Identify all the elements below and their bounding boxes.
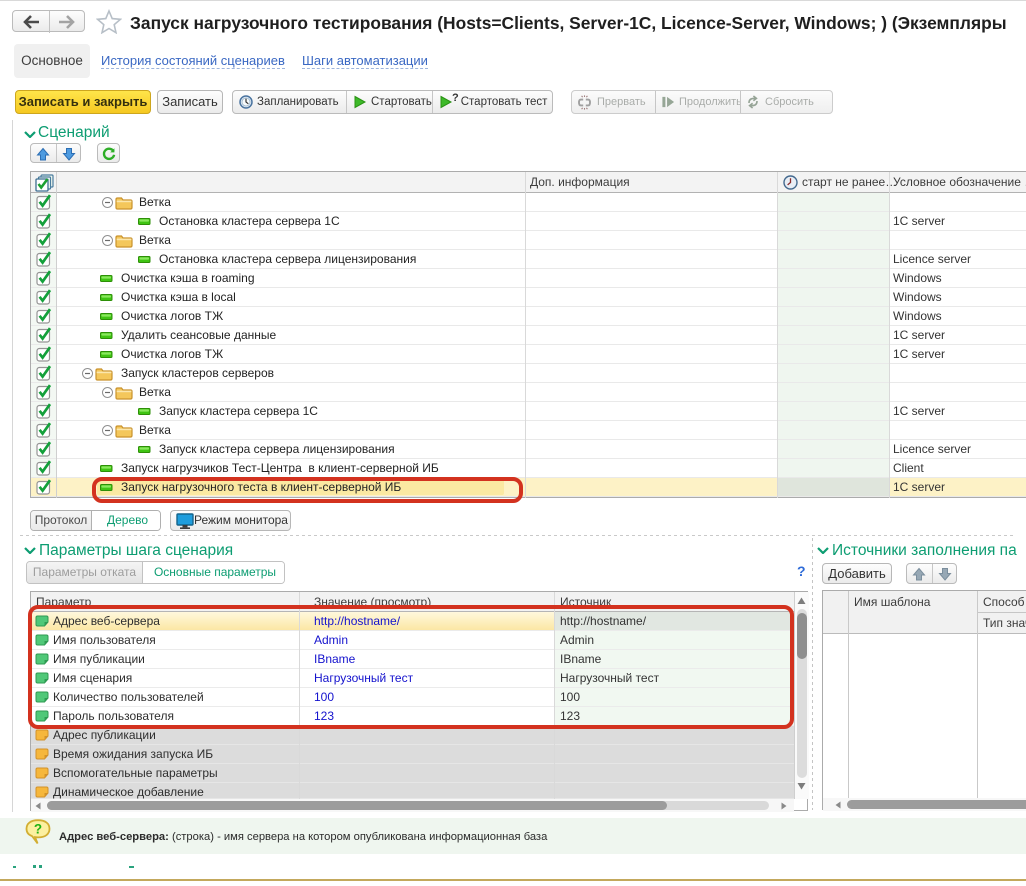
- svg-text:?: ?: [34, 822, 42, 837]
